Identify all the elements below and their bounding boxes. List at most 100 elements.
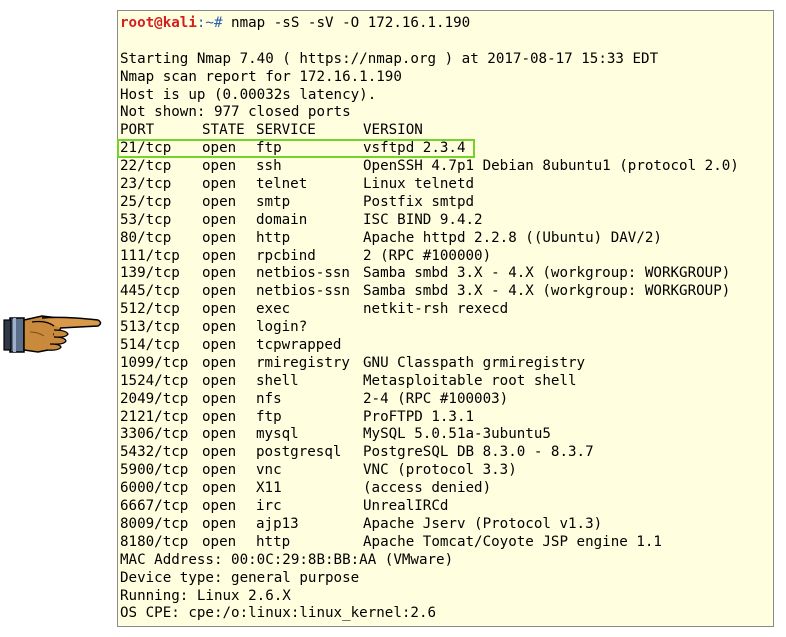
header-version: VERSION: [363, 122, 423, 139]
pointing-hand-icon: [3, 315, 102, 353]
terminal-window: root@kali:~# nmap -sS -sV -O 172.16.1.19…: [117, 10, 774, 627]
port-cell: 139/tcp: [120, 265, 180, 282]
state-cell: open: [202, 337, 237, 354]
service-cell: irc: [256, 498, 282, 515]
service-cell: rmiregistry: [256, 354, 350, 371]
state-cell: open: [202, 229, 237, 246]
table-row: 6667/tcp open irc UnrealIRCd: [120, 498, 773, 516]
table-row: 1099/tcp open rmiregistry GNU Classpath grm…: [120, 355, 773, 373]
table-row: 53/tcp open domain ISC BIND 9.4.2: [120, 212, 773, 230]
service-cell: shell: [256, 372, 299, 389]
version-cell: MySQL 5.0.51a-3ubuntu5: [363, 426, 551, 443]
state-cell: open: [202, 533, 237, 550]
service-cell: postgresql: [256, 444, 342, 461]
state-cell: open: [202, 480, 237, 497]
running-line: Running: Linux 2.6.X: [120, 587, 291, 604]
port-cell: 22/tcp: [120, 158, 172, 175]
version-cell: ProFTPD 1.3.1: [363, 408, 475, 425]
table-row: 80/tcp open http Apache httpd 2.2.8 ((Ubunt…: [120, 230, 773, 248]
version-cell: Postfix smtpd: [363, 193, 475, 210]
table-row: 22/tcp open ssh OpenSSH 4.7p1 Debian 8ubunt…: [120, 158, 773, 176]
version-cell: Linux telnetd: [363, 176, 475, 193]
port-cell: 23/tcp: [120, 176, 172, 193]
command-text: nmap -sS -sV -O 172.16.1.190: [222, 15, 471, 31]
table-row: 513/tcp open login?: [120, 319, 773, 337]
port-table: 21/tcp open ftp vsftpd 2.3.4 22/tcp open ssh Op…: [120, 140, 773, 551]
table-row: 3306/tcp open mysql MySQL 5.0.51a-3ubuntu5: [120, 426, 773, 444]
state-cell: open: [202, 301, 237, 318]
service-cell: exec: [256, 301, 291, 318]
port-cell: 5900/tcp: [120, 462, 189, 479]
port-cell: 53/tcp: [120, 211, 172, 228]
device-type-line: Device type: general purpose: [120, 569, 360, 586]
version-cell: PostgreSQL DB 8.3.0 - 8.3.7: [363, 444, 594, 461]
command-line: root@kali:~# nmap -sS -sV -O 172.16.1.19…: [120, 15, 773, 33]
port-cell: 445/tcp: [120, 283, 180, 300]
table-row: 2121/tcp open ftp ProFTPD 1.3.1: [120, 409, 773, 427]
table-row: 5432/tcp open postgresql PostgreSQL DB 8.3.…: [120, 444, 773, 462]
prompt-user: root@kali: [120, 15, 197, 31]
service-cell: rpcbind: [256, 247, 316, 264]
state-cell: open: [202, 319, 237, 336]
version-cell: OpenSSH 4.7p1 Debian 8ubuntu1 (protocol …: [363, 158, 739, 175]
version-cell: Samba smbd 3.X - 4.X (workgroup: WORKGRO…: [363, 265, 731, 282]
mac-address-line: MAC Address: 00:0C:29:8B:BB:AA (VMware): [120, 551, 454, 568]
nmap-start-line: Starting Nmap 7.40 ( https://nmap.org ) …: [120, 50, 659, 67]
scan-report-line: Nmap scan report for 172.16.1.190: [120, 68, 402, 85]
service-cell: netbios-ssn: [256, 265, 350, 282]
version-cell: UnrealIRCd: [363, 498, 449, 515]
version-cell: netkit-rsh rexecd: [363, 301, 509, 318]
state-cell: open: [202, 390, 237, 407]
service-cell: X11: [256, 480, 282, 497]
table-row: 2049/tcp open nfs 2-4 (RPC #100003): [120, 391, 773, 409]
port-cell: 1099/tcp: [120, 354, 189, 371]
service-cell: netbios-ssn: [256, 283, 350, 300]
table-row: 512/tcp open exec netkit-rsh rexecd: [120, 301, 773, 319]
port-cell: 6000/tcp: [120, 480, 189, 497]
state-cell: open: [202, 372, 237, 389]
state-cell: open: [202, 211, 237, 228]
port-cell: 8180/tcp: [120, 533, 189, 550]
header-port: PORT: [120, 122, 155, 139]
state-cell: open: [202, 408, 237, 425]
version-cell: Apache httpd 2.2.8 ((Ubuntu) DAV/2): [363, 229, 662, 246]
header-state: STATE: [202, 122, 245, 139]
state-cell: open: [202, 498, 237, 515]
port-cell: 514/tcp: [120, 337, 180, 354]
host-status-line: Host is up (0.00032s latency).: [120, 86, 377, 103]
state-cell: open: [202, 158, 237, 175]
state-cell: open: [202, 444, 237, 461]
version-cell: (access denied): [363, 480, 492, 497]
table-row: 111/tcp open rpcbind 2 (RPC #100000): [120, 248, 773, 266]
table-row: 25/tcp open smtp Postfix smtpd: [120, 194, 773, 212]
state-cell: open: [202, 265, 237, 282]
version-cell: Metasploitable root shell: [363, 372, 577, 389]
service-cell: telnet: [256, 176, 308, 193]
service-cell: login?: [256, 319, 308, 336]
service-cell: tcpwrapped: [256, 337, 342, 354]
os-cpe-line: OS CPE: cpe:/o:linux:linux_kernel:2.6: [120, 605, 437, 622]
service-cell: http: [256, 229, 291, 246]
table-row: 139/tcp open netbios-ssn Samba smbd 3.X - 4…: [120, 265, 773, 283]
table-row: 445/tcp open netbios-ssn Samba smbd 3.X - 4…: [120, 283, 773, 301]
port-cell: 512/tcp: [120, 301, 180, 318]
state-cell: open: [202, 354, 237, 371]
service-cell: domain: [256, 211, 308, 228]
table-row: 5900/tcp open vnc VNC (protocol 3.3): [120, 462, 773, 480]
port-cell: 2049/tcp: [120, 390, 189, 407]
version-cell: ISC BIND 9.4.2: [363, 211, 483, 228]
port-cell: 6667/tcp: [120, 498, 189, 515]
port-cell: 80/tcp: [120, 229, 172, 246]
port-cell: 5432/tcp: [120, 444, 189, 461]
port-cell: 3306/tcp: [120, 426, 189, 443]
port-cell: 1524/tcp: [120, 372, 189, 389]
prompt-path: :~#: [196, 15, 223, 31]
port-cell: 513/tcp: [120, 319, 180, 336]
table-row: 1524/tcp open shell Metasploitable root she…: [120, 373, 773, 391]
version-cell: 2 (RPC #100000): [363, 247, 492, 264]
port-table-header: PORT STATE SERVICE VERSION: [120, 122, 773, 140]
service-cell: vnc: [256, 462, 282, 479]
state-cell: open: [202, 247, 237, 264]
header-service: SERVICE: [256, 122, 316, 139]
